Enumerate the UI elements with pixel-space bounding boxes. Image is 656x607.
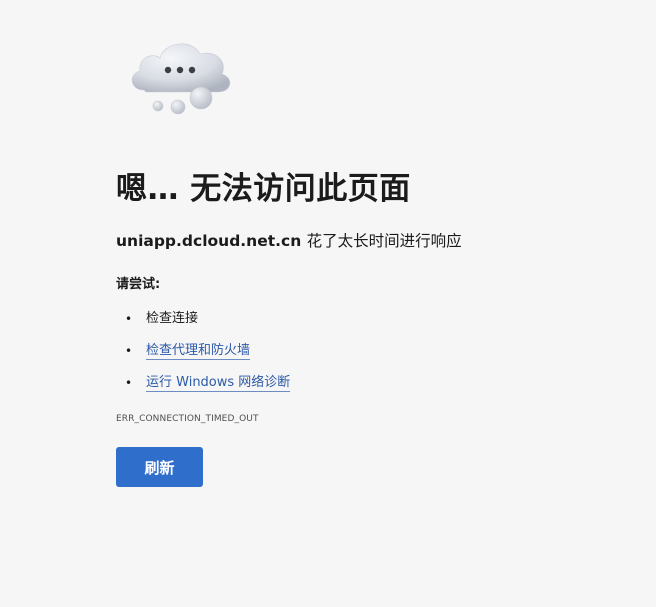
refresh-button[interactable]: 刷新 xyxy=(116,447,203,487)
suggestion-network-diagnostics[interactable]: • 运行 Windows 网络诊断 xyxy=(116,371,291,403)
check-proxy-firewall-link[interactable]: 检查代理和防火墙 xyxy=(146,343,251,360)
error-message: uniapp.dcloud.net.cn 花了太长时间进行响应 xyxy=(116,229,462,253)
bullet-icon: • xyxy=(125,312,133,326)
host-name: uniapp.dcloud.net.cn xyxy=(116,232,302,250)
dot xyxy=(164,66,172,74)
bullet-icon: • xyxy=(125,376,133,390)
dot xyxy=(176,66,184,74)
error-reason: 花了太长时间进行响应 xyxy=(306,232,462,250)
suggestion-list: • 检查连接 • 检查代理和防火墙 • 运行 Windows 网络诊断 xyxy=(116,307,291,403)
dot xyxy=(188,66,196,74)
try-label: 请尝试: xyxy=(116,277,161,292)
suggestion-text: 检查连接 xyxy=(146,311,199,326)
run-network-diagnostics-link[interactable]: 运行 Windows 网络诊断 xyxy=(146,375,291,392)
error-page: 嗯… 无法访问此页面 uniapp.dcloud.net.cn 花了太长时间进行… xyxy=(0,0,656,607)
page-title: 嗯… 无法访问此页面 xyxy=(116,171,411,207)
error-code: ERR_CONNECTION_TIMED_OUT xyxy=(116,414,259,424)
bullet-icon: • xyxy=(125,344,133,358)
suggestion-check-proxy-firewall[interactable]: • 检查代理和防火墙 xyxy=(116,339,290,371)
suggestion-check-connection: • 检查连接 xyxy=(116,307,290,339)
cloud-thinking-icon xyxy=(131,43,231,115)
